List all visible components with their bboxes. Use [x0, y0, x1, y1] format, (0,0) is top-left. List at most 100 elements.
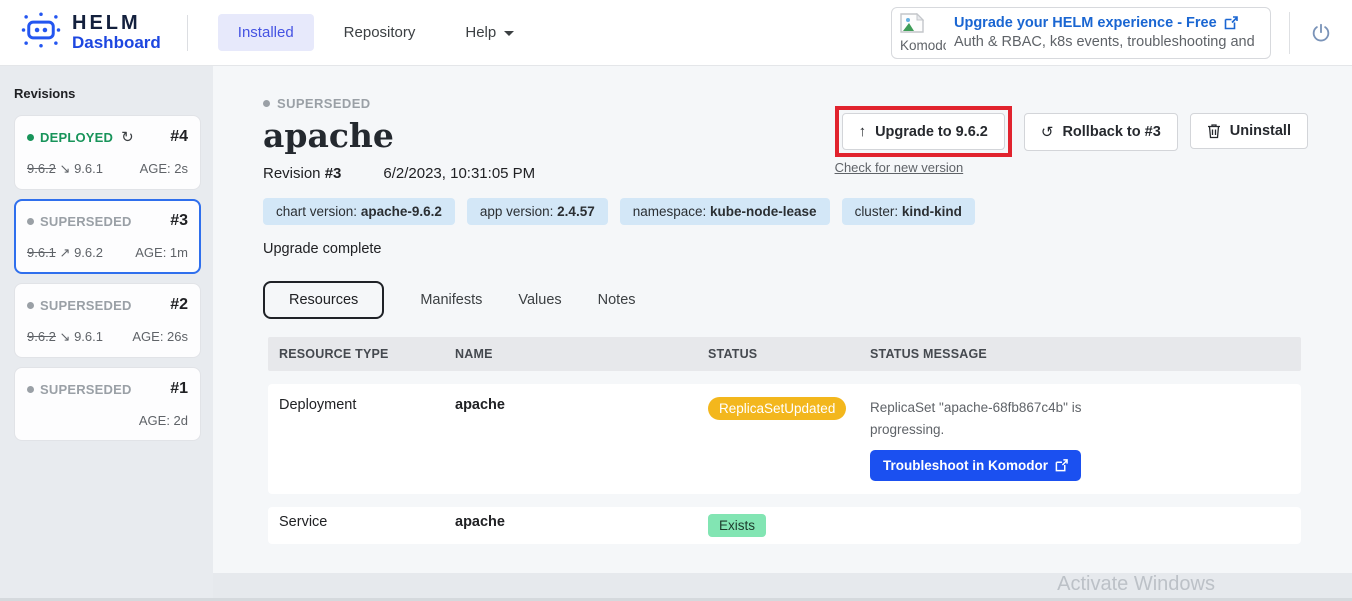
release-actions: ↑ Upgrade to 9.6.2 Check for new version…: [835, 106, 1308, 175]
chip-cluster: cluster: kind-kind: [842, 198, 975, 225]
nav-installed[interactable]: Installed: [218, 14, 314, 51]
tab-manifests[interactable]: Manifests: [420, 292, 482, 308]
uninstall-button-label: Uninstall: [1230, 123, 1291, 139]
revision-number: #3: [325, 165, 342, 182]
shutdown-button[interactable]: [1310, 22, 1332, 44]
release-status-label: SUPERSEDED: [277, 96, 371, 111]
chip-app-version: app version: 2.4.57: [467, 198, 608, 225]
table-row-service: Service apache Exists: [268, 507, 1301, 544]
revision-card-1-detail: AGE: 2d: [27, 413, 188, 428]
revision-4-from: 9.6.2: [27, 161, 56, 176]
revision-card-1[interactable]: SUPERSEDED #1 AGE: 2d: [14, 367, 201, 441]
revision-card-2-header: SUPERSEDED #2: [27, 296, 188, 314]
revision-2-versions: 9.6.2 ↘ 9.6.1: [27, 329, 103, 345]
logo-title: HELM: [72, 13, 161, 34]
external-link-icon: [1224, 16, 1238, 30]
external-link-icon: [1055, 459, 1068, 472]
revision-label: Revision #3: [263, 165, 341, 182]
banner-title[interactable]: Upgrade your HELM experience - Free: [954, 15, 1258, 31]
revision-3-number: #3: [170, 212, 188, 230]
nav-repository[interactable]: Repository: [324, 14, 436, 51]
komodor-upgrade-banner[interactable]: Komodor Upgrade your HELM experience - F…: [891, 7, 1271, 59]
nav-help-label: Help: [465, 24, 496, 41]
revision-card-3-header: SUPERSEDED #3: [27, 212, 188, 230]
revision-card-4-detail: 9.6.2 ↘ 9.6.1 AGE: 2s: [27, 161, 188, 177]
activate-windows-watermark: Activate Windows: [1057, 573, 1215, 596]
helm-logo[interactable]: HELM Dashboard: [20, 9, 161, 56]
revision-card-2[interactable]: SUPERSEDED #2 9.6.2 ↘ 9.6.1 AGE: 26s: [14, 283, 201, 358]
revision-card-4-header: DEPLOYED ↻ #4: [27, 128, 188, 146]
downgrade-arrow-icon: ↘: [60, 329, 71, 344]
chip-chart-version-label: chart version:: [276, 204, 357, 219]
revision-3-status: SUPERSEDED: [27, 214, 132, 229]
revision-4-number: #4: [170, 128, 188, 146]
troubleshoot-komodor-button[interactable]: Troubleshoot in Komodor: [870, 450, 1081, 481]
resources-table-header: RESOURCE TYPE NAME STATUS STATUS MESSAGE: [268, 337, 1301, 371]
revision-date: 6/2/2023, 10:31:05 PM: [383, 165, 535, 182]
deployment-message-cell: ReplicaSet "apache-68fb867c4b" is progre…: [870, 397, 1301, 481]
chip-app-version-value: 2.4.57: [557, 204, 595, 219]
chip-cluster-label: cluster:: [855, 204, 899, 219]
helm-dashboard-screen: HELM Dashboard Installed Repository Help: [0, 0, 1352, 601]
revision-2-status-label: SUPERSEDED: [40, 298, 132, 313]
chip-namespace-value: kube-node-lease: [710, 204, 817, 219]
trash-icon: [1207, 123, 1221, 139]
tab-notes[interactable]: Notes: [598, 292, 636, 308]
status-dot-icon: [27, 302, 34, 309]
downgrade-arrow-icon: ↘: [60, 161, 71, 176]
revision-card-1-header: SUPERSEDED #1: [27, 380, 188, 398]
revision-card-2-detail: 9.6.2 ↘ 9.6.1 AGE: 26s: [27, 329, 188, 345]
upgrade-column: ↑ Upgrade to 9.6.2 Check for new version: [835, 106, 1012, 175]
uninstall-button[interactable]: Uninstall: [1190, 113, 1308, 149]
annotation-highlight-box: ↑ Upgrade to 9.6.2: [835, 106, 1012, 157]
service-type-cell: Service: [268, 514, 455, 537]
release-message: Upgrade complete: [263, 241, 1352, 257]
tab-values[interactable]: Values: [518, 292, 561, 308]
helm-logo-icon: [20, 9, 62, 56]
table-row-deployment: Deployment apache ReplicaSetUpdated Repl…: [268, 384, 1301, 494]
troubleshoot-button-label: Troubleshoot in Komodor: [883, 458, 1048, 473]
revision-2-number: #2: [170, 296, 188, 314]
detail-tabs: Resources Manifests Values Notes: [263, 281, 1352, 319]
check-new-version-link[interactable]: Check for new version: [835, 160, 1012, 175]
col-status: STATUS: [708, 347, 870, 361]
header-divider-right: [1289, 12, 1290, 54]
chip-namespace: namespace: kube-node-lease: [620, 198, 830, 225]
status-dot-icon: [263, 100, 270, 107]
revision-1-age: AGE: 2d: [139, 413, 188, 428]
broken-image-placeholder: Komodor: [900, 13, 946, 53]
revision-card-4[interactable]: DEPLOYED ↻ #4 9.6.2 ↘ 9.6.1 AGE: 2s: [14, 115, 201, 190]
up-arrow-icon: ↑: [859, 123, 867, 140]
nav-help[interactable]: Help: [445, 14, 534, 51]
revision-1-status-label: SUPERSEDED: [40, 382, 132, 397]
deployment-status-cell: ReplicaSetUpdated: [708, 397, 870, 481]
upgrade-button[interactable]: ↑ Upgrade to 9.6.2: [842, 113, 1005, 150]
revision-4-status-label: DEPLOYED: [40, 130, 113, 145]
chip-app-version-label: app version:: [480, 204, 554, 219]
chip-chart-version-value: apache-9.6.2: [361, 204, 442, 219]
upgrade-arrow-icon: ↗: [60, 245, 71, 260]
broken-image-icon: [900, 13, 924, 33]
upgrade-button-label: Upgrade to 9.6.2: [875, 124, 988, 140]
revision-3-to: 9.6.2: [74, 245, 103, 260]
revision-3-age: AGE: 1m: [135, 245, 188, 261]
col-resource-type: RESOURCE TYPE: [268, 347, 455, 361]
power-icon: [1310, 22, 1332, 44]
tab-resources[interactable]: Resources: [263, 281, 384, 319]
revision-2-status: SUPERSEDED: [27, 298, 132, 313]
rollback-button[interactable]: ↺ Rollback to #3: [1024, 113, 1178, 151]
banner-image-alt: Komodor: [900, 38, 946, 53]
header-divider: [187, 15, 188, 51]
metadata-chips: chart version: apache-9.6.2 app version:…: [263, 198, 1352, 225]
helm-logo-text: HELM Dashboard: [72, 13, 161, 52]
revision-4-to: 9.6.1: [74, 161, 103, 176]
banner-title-text: Upgrade your HELM experience - Free: [954, 15, 1217, 31]
status-message-text: ReplicaSet "apache-68fb867c4b" is progre…: [870, 397, 1125, 441]
revision-1-number: #1: [170, 380, 188, 398]
status-dot-icon: [27, 218, 34, 225]
top-bar: HELM Dashboard Installed Repository Help: [0, 0, 1352, 66]
rollback-button-label: Rollback to #3: [1062, 124, 1160, 140]
banner-text: Upgrade your HELM experience - Free Auth…: [954, 15, 1258, 50]
revision-4-age: AGE: 2s: [140, 161, 188, 177]
revision-card-3[interactable]: SUPERSEDED #3 9.6.1 ↗ 9.6.2 AGE: 1m: [14, 199, 201, 274]
